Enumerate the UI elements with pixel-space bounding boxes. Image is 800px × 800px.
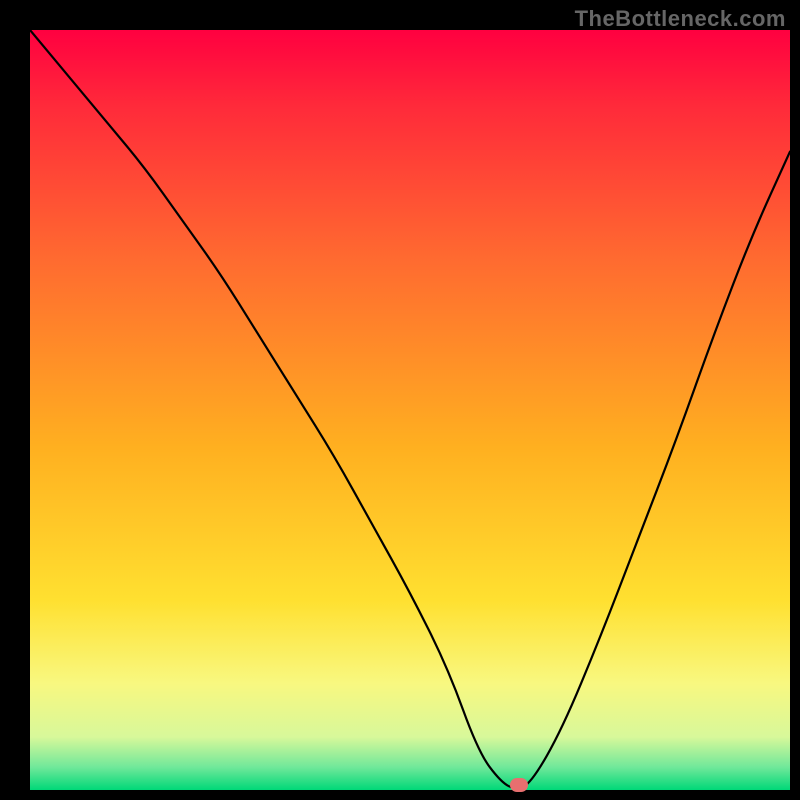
plot-area xyxy=(30,30,790,790)
optimal-point-marker xyxy=(510,778,528,792)
attribution-label: TheBottleneck.com xyxy=(575,6,786,32)
chart-frame: TheBottleneck.com xyxy=(0,0,800,800)
bottleneck-curve xyxy=(30,30,790,788)
curve-layer xyxy=(30,30,790,790)
